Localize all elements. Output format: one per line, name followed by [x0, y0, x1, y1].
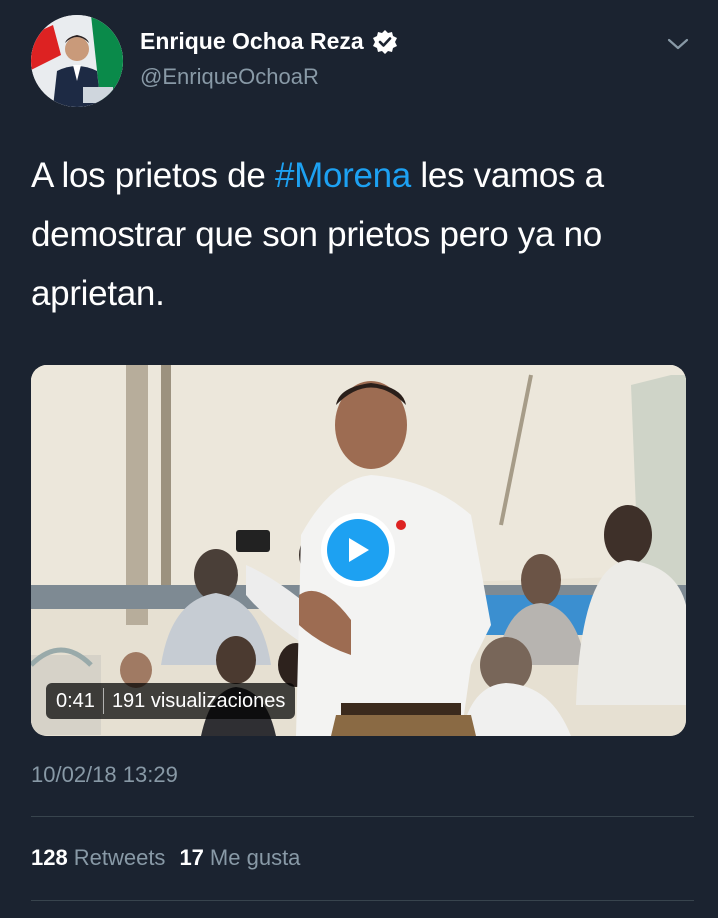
- divider-bottom: [31, 900, 694, 901]
- retweets-label[interactable]: Retweets: [74, 845, 166, 871]
- engagement-stats: 128 Retweets 17 Me gusta: [31, 845, 308, 871]
- video-duration: 0:41: [56, 689, 95, 712]
- divider-top: [31, 816, 694, 817]
- video-player[interactable]: 0:41 191 visualizaciones: [31, 365, 686, 736]
- likes-label[interactable]: Me gusta: [210, 845, 301, 871]
- retweets-count[interactable]: 128: [31, 845, 68, 871]
- play-button[interactable]: [321, 513, 395, 587]
- author-handle[interactable]: @EnriqueOchoaR: [140, 64, 319, 90]
- avatar[interactable]: [31, 15, 123, 107]
- badge-divider: [102, 688, 104, 714]
- verified-badge-icon: [372, 29, 398, 55]
- chevron-down-icon[interactable]: [664, 32, 692, 56]
- tweet-text-start: A los prietos de: [31, 156, 275, 195]
- video-info-badge: 0:41 191 visualizaciones: [46, 683, 296, 719]
- likes-count[interactable]: 17: [179, 845, 203, 871]
- author-name[interactable]: Enrique Ochoa Reza: [140, 28, 364, 55]
- author-row[interactable]: Enrique Ochoa Reza: [140, 28, 398, 55]
- play-icon: [327, 519, 389, 581]
- tweet-text: A los prietos de #Morena les vamos a dem…: [31, 146, 681, 323]
- video-views: 191 visualizaciones: [111, 689, 286, 712]
- tweet-timestamp: 10/02/18 13:29: [31, 762, 178, 787]
- hashtag-link[interactable]: #Morena: [275, 156, 411, 195]
